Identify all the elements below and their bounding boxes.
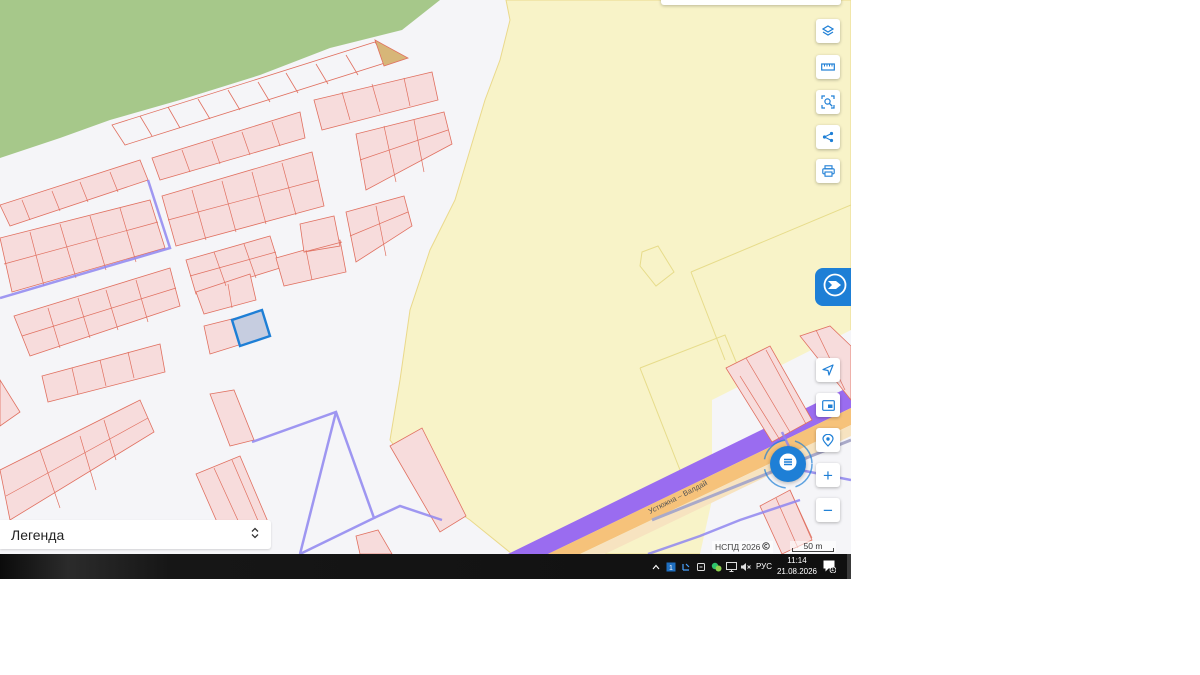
clock-time: 11:14 [787,556,807,565]
volume-muted-icon [740,562,751,572]
legend-label: Легенда [11,526,65,543]
show-desktop-strip[interactable] [847,554,851,579]
app-tray-icon: 1 [666,562,676,572]
nspd-logo-icon [822,273,848,302]
direction-button[interactable] [816,358,840,382]
nspd-services-button[interactable] [815,268,851,306]
clock-date: 21.08.2026 [776,567,818,576]
attribution-text: НСПД 2026 [715,542,761,552]
ruler-icon [821,63,835,71]
print-icon [821,165,835,177]
tray-vpn[interactable] [695,554,707,579]
minimap-button[interactable] [816,393,840,417]
geolocation-pin-icon [822,433,834,447]
tray-network[interactable] [725,554,737,579]
taskbar-clock[interactable]: 11:14 21.08.2026 [776,555,818,577]
layers-button[interactable] [816,19,840,43]
app-window: Устюжна – Валдай + − Легенда НСПД 2026 5… [0,0,851,579]
area-select-icon [821,95,835,109]
map-scale: 50 m [790,541,836,553]
scale-bar [792,548,834,552]
map-attribution: НСПД 2026 [712,541,774,553]
tray-pen[interactable] [680,554,692,579]
search-panel-edge[interactable] [661,0,841,5]
map-view[interactable]: Устюжна – Валдай + − Легенда НСПД 2026 5… [0,0,851,554]
tray-volume[interactable] [739,554,751,579]
windows-taskbar: 1 РУС 11:14 21.08.2026 1 [0,554,851,579]
selected-parcel[interactable] [230,308,272,348]
copyright-icon [762,542,771,552]
minimap-icon [821,399,835,411]
share-icon [822,131,834,143]
geolocation-button[interactable] [816,428,840,452]
language-indicator[interactable]: РУС [756,554,772,579]
notification-count: 1 [831,567,835,573]
tray-app[interactable]: 1 [665,554,677,579]
map-canvas[interactable]: Устюжна – Валдай [0,0,851,554]
zoom-in-icon: + [823,465,833,485]
svg-text:1: 1 [669,565,673,572]
zoom-out-button[interactable]: − [816,498,840,522]
pen-icon [681,562,691,572]
print-button[interactable] [816,159,840,183]
share-button[interactable] [816,125,840,149]
measure-button[interactable] [816,55,840,79]
tray-chat[interactable] [710,554,722,579]
chat-widget[interactable] [762,438,814,490]
zoom-in-button[interactable]: + [816,463,840,487]
monitor-icon [725,561,737,572]
vpn-icon [696,562,706,572]
chevron-up-down-icon[interactable] [251,526,259,544]
tray-chevron[interactable] [651,554,661,579]
locate-arrow-icon [822,364,834,376]
chat-icon [778,452,798,477]
layers-icon [822,25,834,37]
chevron-up-icon [652,564,660,570]
legend-panel[interactable]: Легенда [0,520,271,549]
area-select-button[interactable] [816,90,840,114]
chat-button[interactable] [770,446,806,482]
notification-center-button[interactable]: 1 [822,559,837,578]
zoom-out-icon: − [823,500,833,520]
chat-tray-icon [711,562,722,572]
